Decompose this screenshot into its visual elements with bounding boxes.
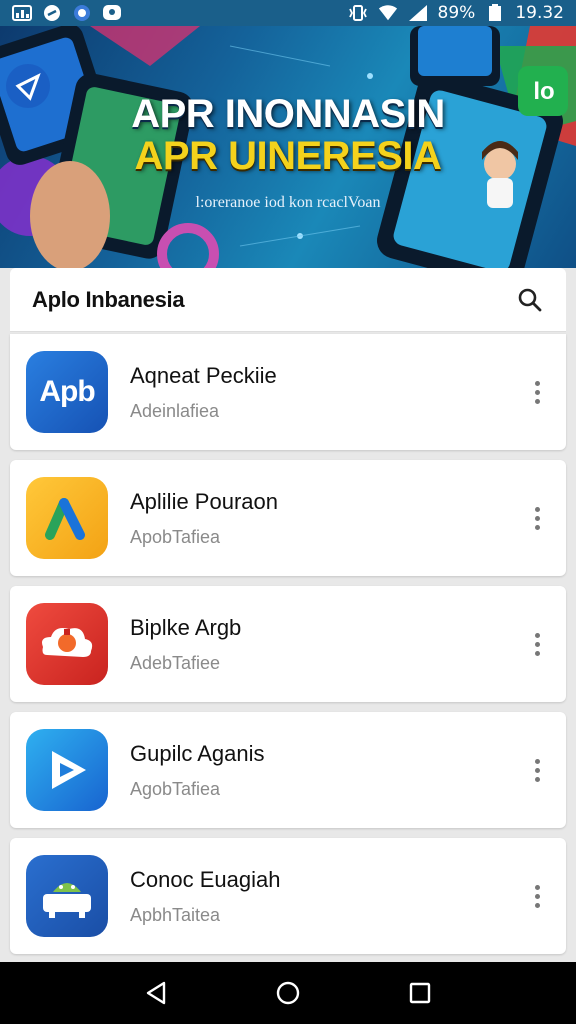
list-item-text: Gupilc Aganis AgobTafiea: [130, 741, 522, 800]
app-subtitle: Adeinlafiea: [130, 400, 220, 421]
home-icon: [276, 981, 300, 1005]
list-item-text: Aplilie Pouraon ApobTafiea: [130, 489, 522, 548]
list-item[interactable]: Gupilc Aganis AgobTafiea: [10, 712, 566, 828]
promo-banner[interactable]: APR INONNASIN APR UINERESIA l:oreranoe i…: [0, 26, 576, 268]
signal-icon: [408, 5, 428, 21]
android-icon: [26, 855, 108, 937]
list-item-text: Conoc Euagiah ApbhTaitea: [130, 867, 522, 926]
cloud-robot-icon: [26, 603, 108, 685]
apb-logo-text: Apb: [39, 375, 95, 408]
more-options-button[interactable]: [522, 498, 552, 538]
more-options-button[interactable]: [522, 624, 552, 664]
app-name: Biplke Argb: [130, 614, 242, 640]
messenger-icon: [72, 5, 92, 21]
list-item[interactable]: Biplke Argb AdebTafiee: [10, 586, 566, 702]
list-item-text: Biplke Argb AdebTafiee: [130, 615, 522, 674]
back-icon: [146, 981, 166, 1005]
more-options-button[interactable]: [522, 372, 552, 412]
search-button[interactable]: [514, 284, 546, 316]
list-item[interactable]: Aplilie Pouraon ApobTafiea: [10, 460, 566, 576]
clock: 19.32: [515, 3, 564, 23]
banner-subtitle: l:oreranoe iod kon rcaclVoan: [195, 194, 381, 211]
status-right: 89% 19.32: [348, 3, 564, 23]
link-icon: [42, 5, 62, 21]
app-list: Apb Aqneat Peckiie Adeinlafiea Aplilie P…: [10, 334, 566, 964]
apb-logo-icon: Apb: [26, 351, 108, 433]
list-item[interactable]: Apb Aqneat Peckiie Adeinlafiea: [10, 334, 566, 450]
banner-title-line2: APR UINERESIA: [134, 134, 442, 178]
status-left: [12, 5, 122, 21]
gallery-icon: [12, 5, 32, 21]
chat-icon: [102, 5, 122, 21]
back-button[interactable]: [136, 973, 176, 1013]
list-header: Aplo Inbanesia: [10, 268, 566, 332]
search-icon: [518, 288, 542, 311]
list-item-text: Aqneat Peckiie Adeinlafiea: [130, 363, 522, 422]
page-title: Aplo Inbanesia: [32, 286, 185, 312]
list-item[interactable]: Conoc Euagiah ApbhTaitea: [10, 838, 566, 954]
status-bar: 89% 19.32: [0, 0, 576, 26]
app-name: Aplilie Pouraon: [130, 488, 278, 514]
app-name: Aqneat Peckiie: [130, 362, 277, 388]
app-subtitle: ApobTafiea: [130, 526, 221, 547]
battery-percent: 89%: [437, 3, 476, 23]
ads-logo-icon: [26, 477, 108, 559]
navigation-bar: [0, 962, 576, 1024]
battery-icon: [485, 4, 505, 21]
recents-button[interactable]: [400, 973, 440, 1013]
app-subtitle: AgobTafiea: [130, 778, 221, 799]
app-name: Conoc Euagiah: [130, 866, 281, 892]
more-options-button[interactable]: [522, 750, 552, 790]
app-subtitle: ApbhTaitea: [130, 904, 221, 925]
vibrate-icon: [348, 5, 368, 21]
app-subtitle: AdebTafiee: [130, 652, 221, 673]
more-options-button[interactable]: [522, 876, 552, 916]
play-logo-icon: [26, 729, 108, 811]
banner-corner-badge: lo: [533, 78, 555, 105]
app-name: Gupilc Aganis: [130, 740, 265, 766]
recents-icon: [409, 982, 431, 1004]
banner-title-line1: APR INONNASIN: [131, 92, 445, 136]
wifi-icon: [378, 5, 398, 21]
home-button[interactable]: [268, 973, 308, 1013]
